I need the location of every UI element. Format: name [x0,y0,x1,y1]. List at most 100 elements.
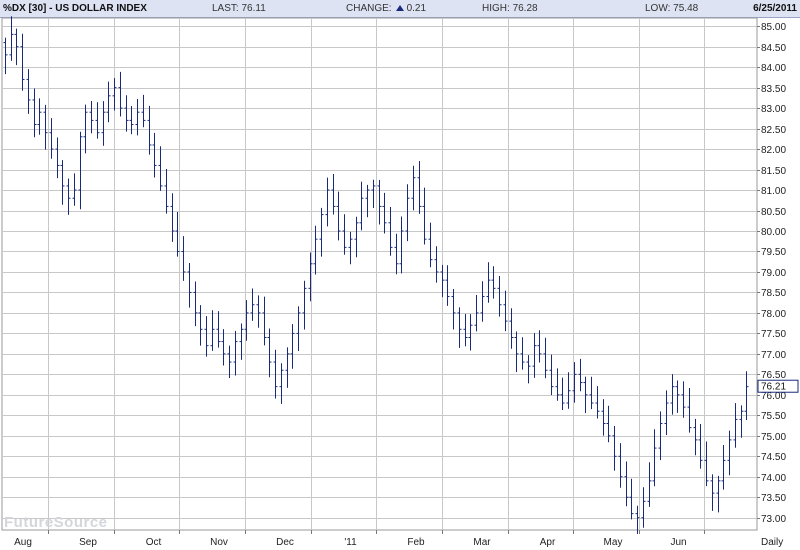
ohlc-bar [365,184,370,218]
ohlc-bar [445,265,450,306]
ohlc-bar [503,290,508,332]
ohlc-bar [72,173,77,206]
ohlc-bar [405,184,410,242]
price-tick-label: 74.00 [761,473,786,484]
price-tick-label: 77.50 [761,329,786,340]
ohlc-bar [589,376,594,410]
ohlc-bar [221,329,226,366]
ohlc-bar [543,337,548,379]
ohlc-bar [664,390,669,435]
ohlc-bar [95,102,100,139]
ohlc-bar [290,324,295,369]
ohlc-bar [428,222,433,268]
price-tick-label: 80.00 [761,227,786,238]
ohlc-bar [417,160,422,214]
ohlc-bar [537,330,542,363]
ohlc-bar [233,330,238,376]
ohlc-bar [612,425,617,471]
month-label: Aug [14,537,32,548]
date-axis: Aug Sep Oct Nov Dec '11 Feb Mar Apr May Jun Daily [14,530,783,548]
ohlc-bar [216,311,221,348]
ohlc-bar [670,374,675,415]
ohlc-bar [60,160,65,205]
ohlc-bar [129,106,134,135]
price-tick-label: 82.00 [761,145,786,156]
ohlc-bar [336,191,341,241]
ohlc-bar [520,337,525,370]
ohlc-bar [641,487,646,528]
ohlc-bar [578,358,583,392]
ohlc-bar [532,333,537,378]
ohlc-bar [267,328,272,378]
ohlc-bar [560,377,565,411]
ohlc-bar [647,462,652,507]
ohlc-bar [198,305,203,346]
ohlc-bar [9,16,14,61]
ohlc-bar [319,207,324,257]
month-label: Apr [540,537,556,548]
price-tick-label: 74.50 [761,452,786,463]
ohlc-bar [147,105,152,155]
price-tick-label: 84.50 [761,43,786,54]
ohlc-bar [382,192,387,234]
price-tick-label: 78.00 [761,309,786,320]
price-tick-label: 75.00 [761,432,786,443]
ohlc-bar [141,94,146,128]
ohlc-bar [112,78,117,111]
ohlc-bar [491,266,496,299]
ohlc-bar [371,179,376,209]
price-axis: 73.0073.5074.0074.5075.0075.5076.0076.50… [757,22,799,525]
ohlc-bar [55,137,60,179]
ohlc-bar [279,363,284,404]
ohlc-bar [411,165,416,211]
ohlc-bar [675,380,680,413]
chart-grid [1,17,758,531]
ohlc-bar [118,71,123,117]
price-tick-label: 81.00 [761,186,786,197]
ohlc-bar [124,95,129,132]
ohlc-bar [583,376,588,414]
ohlc-bar [509,308,514,349]
ohlc-bar [302,280,307,330]
ohlc-bar [359,181,364,231]
ohlc-bar [704,441,709,487]
ohlc-bar [451,288,456,330]
month-label: Oct [146,537,162,548]
month-label: Mar [473,537,491,548]
ohlc-bar [325,177,330,227]
ohlc-bar [181,236,186,281]
ohlc-bar [658,411,663,461]
month-label: Jun [670,537,686,548]
ohlc-bar [566,372,571,409]
price-chart[interactable]: 73.0073.5074.0074.5075.0075.5076.0076.50… [0,0,800,550]
ohlc-bar [164,169,169,214]
period-label: Daily [761,537,783,548]
ohlc-bar [89,100,94,134]
ohlc-bar [49,118,54,159]
price-tick-label: 81.50 [761,166,786,177]
ohlc-bar [285,347,290,388]
price-tick-label: 82.50 [761,125,786,136]
ohlc-bar [66,178,71,215]
ohlc-bar [26,69,31,114]
price-tick-label: 76.50 [761,370,786,381]
price-tick-label: 83.50 [761,84,786,95]
price-tick-label: 84.00 [761,63,786,74]
ohlc-bar [624,461,629,507]
price-tick-label: 73.00 [761,514,786,525]
month-label: Sep [79,537,97,548]
price-tick-label: 79.00 [761,268,786,279]
month-label: Feb [407,537,425,548]
futuresource-watermark: FutureSource [4,514,108,531]
ohlc-bar [377,179,382,225]
ohlc-bar [342,214,347,255]
plot-frame [1,17,758,531]
ohlc-bar [399,216,404,274]
ohlc-bar [468,314,473,351]
ohlc-bar [14,28,19,66]
ohlc-bar [497,276,502,317]
ohlc-bar [348,231,353,265]
ohlc-bar [698,424,703,469]
ohlc-bar [262,296,267,346]
price-tick-label: 73.50 [761,493,786,504]
